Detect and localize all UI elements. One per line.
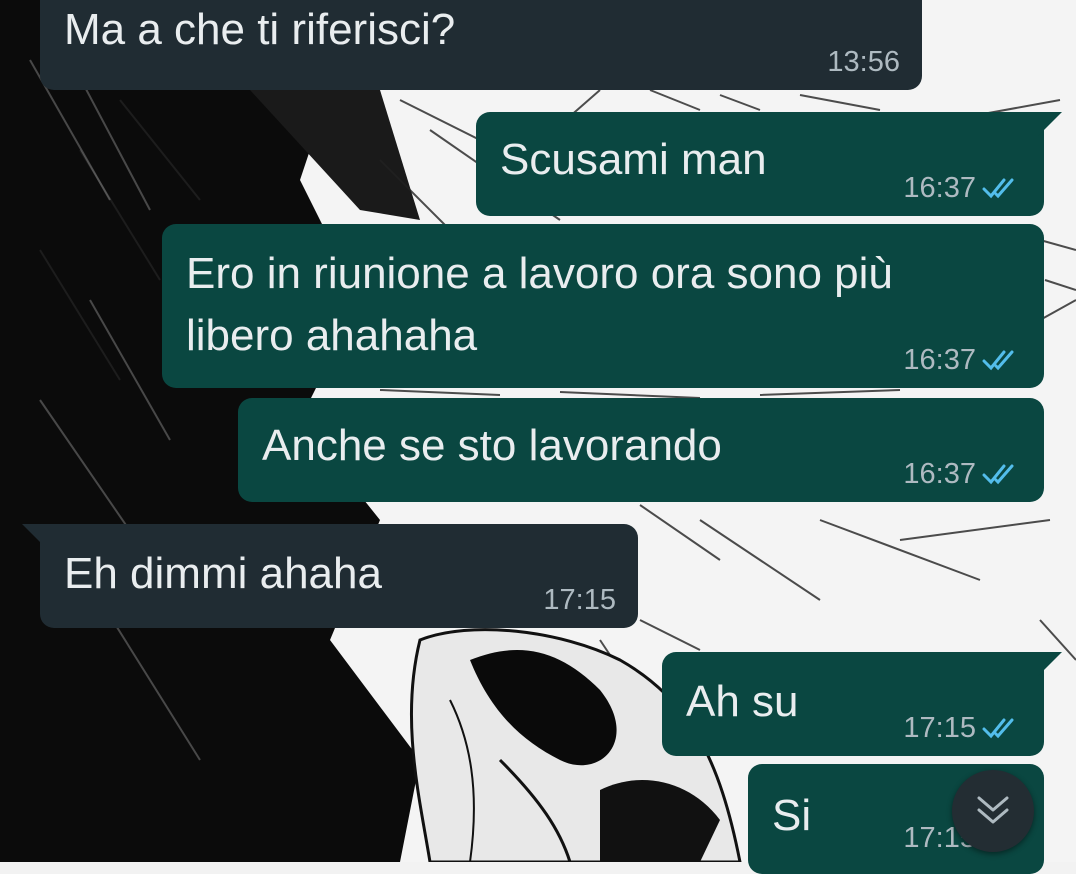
message-timestamp: 16:37	[903, 344, 1022, 376]
message-timestamp: 13:56	[827, 46, 900, 78]
message-text: Ah su	[686, 677, 799, 726]
message-text: Eh dimmi ahaha	[64, 549, 382, 598]
double-chevron-down-icon	[977, 796, 1009, 824]
double-check-read-icon	[982, 178, 1014, 199]
message-bubble-outgoing[interactable]: Ah su 17:15	[662, 652, 1062, 756]
scroll-to-bottom-button[interactable]	[952, 770, 1034, 852]
message-timestamp: 16:37	[903, 458, 1022, 490]
message-timestamp: 16:37	[903, 172, 1022, 204]
message-text: Si	[772, 791, 812, 840]
message-text-line-2: libero ahahaha	[186, 311, 478, 360]
double-check-read-icon	[982, 350, 1014, 371]
message-bubble-incoming[interactable]: Eh dimmi ahaha 17:15	[22, 524, 638, 628]
bubble-tail	[1038, 112, 1062, 136]
message-text: Anche se sto lavorando	[262, 421, 722, 470]
message-bubble-outgoing[interactable]: Scusami man 16:37	[476, 112, 1062, 216]
message-bubble-outgoing[interactable]: Anche se sto lavorando 16:37	[238, 398, 1044, 502]
message-bubble-outgoing[interactable]: Ero in riunione a lavoro ora sono più li…	[162, 224, 1044, 388]
message-text-line-1: Ero in riunione a lavoro ora sono più	[186, 249, 893, 298]
bubble-tail	[22, 524, 46, 548]
double-check-read-icon	[982, 464, 1014, 485]
double-check-read-icon	[982, 718, 1014, 739]
message-text: Ma a che ti riferisci?	[64, 5, 456, 54]
bubble-tail	[1038, 652, 1062, 676]
message-bubble-incoming[interactable]: Ma a che ti riferisci? 13:56	[40, 0, 922, 90]
message-timestamp: 17:15	[543, 584, 616, 616]
message-text: Scusami man	[500, 135, 767, 184]
message-timestamp: 17:15	[903, 712, 1022, 744]
